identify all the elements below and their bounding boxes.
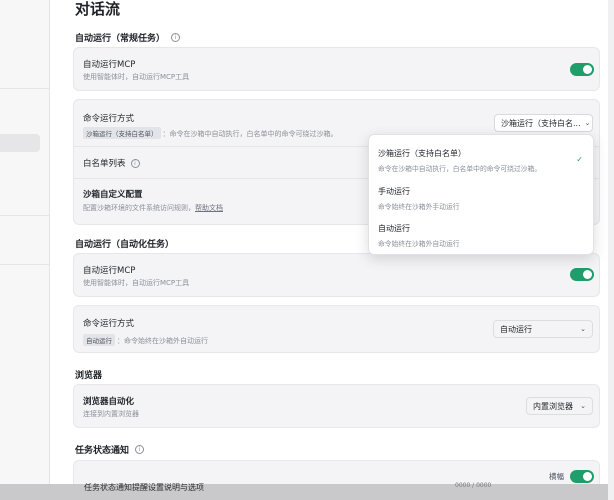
- info-icon[interactable]: i: [130, 158, 140, 168]
- whitelist-row[interactable]: 白名单列表 i: [83, 157, 140, 169]
- auto-command-desc-text: ：命令始终在沙箱外自动运行: [117, 337, 208, 345]
- command-desc: 沙箱运行（支持白名单） ：命令在沙箱中自动执行，白名单中的命令可绕过沙箱。: [83, 127, 338, 139]
- help-doc-link[interactable]: 帮助文档: [195, 204, 223, 212]
- check-icon: ✓: [576, 155, 583, 164]
- option-title: 沙箱运行（支持白名单）: [378, 149, 466, 158]
- command-title: 命令运行方式: [83, 114, 135, 124]
- right-edge: [608, 0, 614, 500]
- chevron-down-icon: ⌄: [580, 402, 586, 410]
- section-title-browser: 浏览器: [75, 368, 102, 381]
- command-mode-dropdown: 沙箱运行（支持白名单） 命令在沙箱中自动执行，白名单中的命令可绕过沙箱。 ✓ 手…: [368, 134, 594, 255]
- sandbox-config-desc-text: 配置沙箱环境的文件系统访问规则，: [83, 204, 195, 212]
- sidebar-divider: [0, 88, 50, 89]
- option-desc: 命令在沙箱中自动执行，白名单中的命令可绕过沙箱。: [378, 165, 542, 173]
- info-icon[interactable]: i: [135, 445, 145, 454]
- notify-edit-label[interactable]: 横幅: [549, 471, 564, 482]
- section-title-auto: 自动运行（自动化任务）: [75, 237, 174, 250]
- browser-select[interactable]: 内置浏览器 ⌄: [526, 397, 593, 415]
- info-icon[interactable]: i: [171, 33, 181, 42]
- auto-mcp-title: 自动运行MCP: [83, 266, 136, 276]
- section-title-text: 任务状态通知: [75, 446, 130, 456]
- sandbox-config-desc: 配置沙箱环境的文件系统访问规则，帮助文档: [83, 203, 223, 213]
- browser-select-value: 内置浏览器: [533, 401, 573, 411]
- chevron-down-icon: ⌄: [584, 119, 591, 127]
- mcp-title: 自动运行MCP: [83, 60, 136, 70]
- dropdown-option-sandbox[interactable]: 沙箱运行（支持白名单） 命令在沙箱中自动执行，白名单中的命令可绕过沙箱。: [378, 148, 583, 173]
- page-title: 对话流: [75, 0, 121, 18]
- section-title-text: 自动运行（自动化任务）: [75, 240, 175, 250]
- browser-desc: 连接到内置浏览器: [83, 410, 139, 418]
- section-title-text: 自动运行（常规任务）: [75, 34, 166, 44]
- option-desc: 命令始终在沙箱外手动运行: [378, 203, 460, 211]
- option-title: 手动运行: [378, 187, 410, 196]
- auto-command-select[interactable]: 自动运行 ⌄: [493, 320, 593, 338]
- sidebar-divider: [0, 215, 50, 216]
- auto-command-value: 自动运行: [500, 324, 532, 334]
- bottom-overlay-text: 任务状态通知提醒设置说明与选项: [84, 483, 204, 492]
- chevron-down-icon: ⌄: [580, 325, 586, 333]
- mcp-desc: 使用智能体时，自动运行MCP工具: [83, 73, 190, 81]
- command-mode-select[interactable]: 沙箱运行（支持白名... ⌄: [494, 114, 593, 132]
- mode-tag: 沙箱运行（支持白名单）: [83, 127, 161, 139]
- card-regular-mcp: 自动运行MCP 使用智能体时，自动运行MCP工具: [73, 47, 600, 91]
- card-browser: 浏览器自动化 连接到内置浏览器 内置浏览器 ⌄: [73, 384, 600, 428]
- dropdown-option-auto[interactable]: 自动运行 命令始终在沙箱外自动运行: [378, 223, 583, 248]
- section-title-regular: 自动运行（常规任务） i: [75, 31, 181, 44]
- sandbox-config-title: 沙箱自定义配置: [83, 190, 143, 200]
- section-title-text: 浏览器: [75, 371, 103, 381]
- sidebar-divider: [0, 264, 50, 265]
- option-title: 自动运行: [378, 224, 410, 233]
- browser-title: 浏览器自动化: [83, 397, 135, 407]
- sidebar-selected-item[interactable]: [0, 134, 40, 152]
- auto-command-desc: 自动运行 ：命令始终在沙箱外自动运行: [83, 334, 208, 346]
- mode-tag: 自动运行: [83, 334, 115, 346]
- card-auto-mcp: 自动运行MCP 使用智能体时，自动运行MCP工具: [73, 253, 600, 297]
- section-title-notify: 任务状态通知 i: [75, 443, 145, 456]
- command-desc-text: ：命令在沙箱中自动执行，白名单中的命令可绕过沙箱。: [162, 130, 338, 138]
- auto-command-title: 命令运行方式: [83, 319, 135, 329]
- card-auto-command: 命令运行方式 自动运行 ：命令始终在沙箱外自动运行 自动运行 ⌄: [73, 305, 600, 353]
- auto-mcp-desc: 使用智能体时，自动运行MCP工具: [83, 279, 190, 287]
- option-desc: 命令始终在沙箱外自动运行: [378, 240, 460, 248]
- command-mode-value: 沙箱运行（支持白名...: [501, 118, 581, 128]
- whitelist-title: 白名单列表: [83, 159, 126, 169]
- auto-mcp-toggle[interactable]: [570, 268, 594, 281]
- dropdown-option-manual[interactable]: 手动运行 命令始终在沙箱外手动运行: [378, 186, 583, 211]
- left-sidebar: [0, 0, 50, 500]
- mcp-toggle[interactable]: [570, 63, 594, 76]
- notify-toggle[interactable]: [570, 470, 594, 483]
- bottom-mini-text: 0000 / 0000: [455, 482, 492, 489]
